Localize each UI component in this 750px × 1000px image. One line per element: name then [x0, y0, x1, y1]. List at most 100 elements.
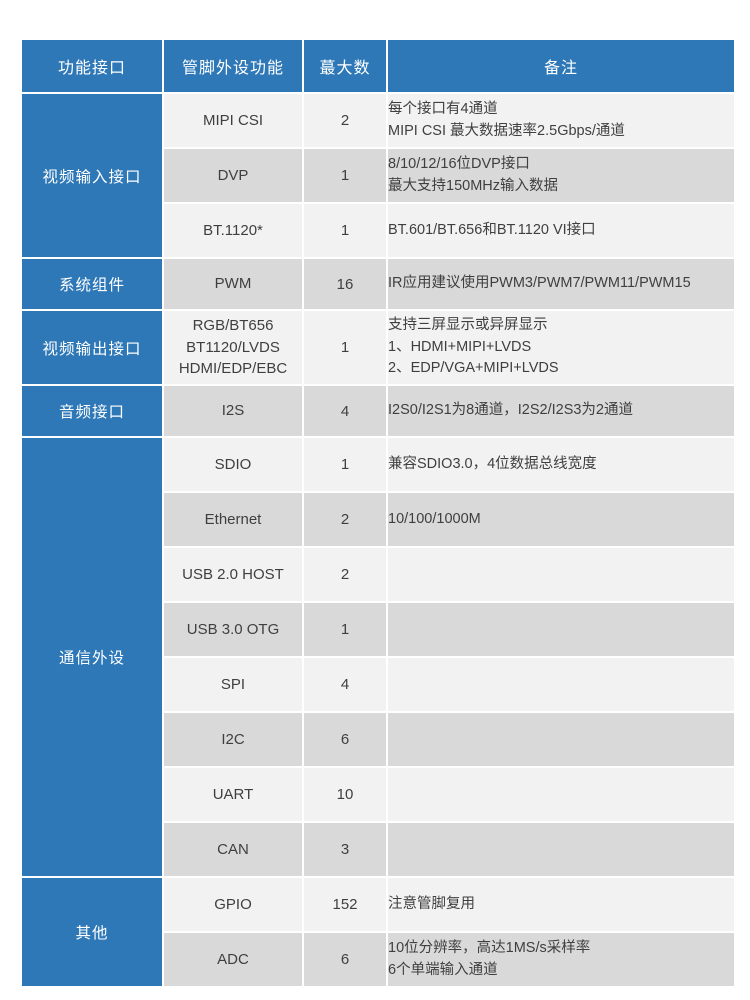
pin-function-cell: MIPI CSI	[164, 94, 302, 147]
pin-function-cell: CAN	[164, 823, 302, 876]
column-header-max-count: 蕞大数	[304, 40, 386, 92]
max-count-cell: 10	[304, 768, 386, 821]
max-count-cell: 1	[304, 204, 386, 257]
remark-cell	[388, 603, 734, 656]
remark-cell: I2S0/I2S1为8通道，I2S2/I2S3为2通道	[388, 386, 734, 436]
cell-line: IR应用建议使用PWM3/PWM7/PWM11/PWM15	[388, 275, 691, 292]
cell-line: 6个单端输入通道	[388, 961, 498, 978]
remark-cell: 10位分辨率，高达1MS/s采样率 6个单端输入通道	[388, 933, 734, 986]
cell-line: 每个接口有4通道	[388, 100, 498, 117]
pin-function-cell: I2S	[164, 386, 302, 436]
cell-line: MIPI CSI	[202, 111, 263, 129]
pin-function-cell: Ethernet	[164, 493, 302, 546]
remark-cell: 支持三屏显示或异屏显示 1、HDMI+MIPI+LVDS 2、EDP/VGA+MIP…	[388, 311, 734, 384]
remark-cell: 8/10/12/16位DVP接口蕞大支持150MHz输入数据	[388, 149, 734, 202]
cell-line: GPIO	[214, 895, 252, 913]
cell-line: DVP	[217, 166, 249, 184]
pin-function-cell: UART	[164, 768, 302, 821]
cell-line: 支持三屏显示或异屏显示	[388, 316, 548, 333]
remark-cell	[388, 548, 734, 601]
cell-line: BT.601/BT.656和BT.1120 VI接口	[388, 221, 596, 238]
pin-function-cell: DVP	[164, 149, 302, 202]
cell-line: 10位分辨率，高达1MS/s采样率	[388, 939, 591, 956]
cell-line: BT1120/LVDS	[186, 338, 280, 356]
cell-line: I2C	[221, 730, 245, 748]
remark-cell: 兼容SDIO3.0，4位数据总线宽度	[388, 438, 734, 491]
cell-line: 蕞大支持150MHz输入数据	[388, 177, 558, 194]
group-cell-1: 视频输入接口	[22, 94, 162, 257]
cell-line: 1、HDMI+MIPI+LVDS	[388, 338, 532, 355]
table-row: 其他 GPIO 152 注意管脚复用	[22, 878, 734, 986]
table-body: 视频输入接口 MIPI CSI 2 每个接口有4通道 MIPI CSI 蕞大数据速率2.…	[22, 94, 734, 986]
cell-line: CAN	[217, 840, 249, 858]
cell-line: USB 2.0 HOST	[182, 565, 284, 583]
max-count-cell: 2	[304, 493, 386, 546]
column-header-remark: 备注	[388, 40, 734, 92]
pin-function-cell: BT.1120*	[164, 204, 302, 257]
cell-line: USB 3.0 OTG	[186, 620, 280, 638]
table-header: 功能接口 管脚外设功能 蕞大数 备注	[22, 40, 734, 92]
group-cell-6: 其他	[22, 878, 162, 986]
cell-line: SPI	[220, 675, 246, 693]
pin-function-cell: RGB/BT656 BT1120/LVDS HDMI/EDP/EBC	[164, 311, 302, 384]
cell-line: 兼容SDIO3.0，4位数据总线宽度	[388, 455, 597, 472]
cell-line: RGB/BT656	[192, 316, 274, 334]
pin-function-cell: ADC	[164, 933, 302, 986]
cell-line: SDIO	[214, 455, 252, 473]
max-count-cell: 1	[304, 311, 386, 384]
pin-function-cell: GPIO	[164, 878, 302, 931]
cell-line: MIPI CSI 蕞大数据速率2.5Gbps/通道	[388, 122, 625, 139]
remark-cell	[388, 823, 734, 876]
max-count-cell: 4	[304, 658, 386, 711]
pin-function-cell: I2C	[164, 713, 302, 766]
max-count-cell: 1	[304, 149, 386, 202]
peripheral-spec-table: 功能接口 管脚外设功能 蕞大数 备注 视频输入接口 MIPI CSI 2 每个接口有4…	[20, 38, 736, 988]
pin-function-cell: USB 3.0 OTG	[164, 603, 302, 656]
max-count-cell: 1	[304, 603, 386, 656]
table-row: 通信外设 SDIO 1 兼容SDIO3.0，4位数据总线宽度	[22, 438, 734, 876]
remark-cell: 每个接口有4通道 MIPI CSI 蕞大数据速率2.5Gbps/通道	[388, 94, 734, 147]
max-count-cell: 6	[304, 713, 386, 766]
cell-line: 8/10/12/16位DVP接口	[388, 155, 530, 172]
max-count-cell: 3	[304, 823, 386, 876]
table-header-row: 功能接口 管脚外设功能 蕞大数 备注	[22, 40, 734, 92]
max-count-cell: 152	[304, 878, 386, 931]
pin-function-cell: PWM	[164, 259, 302, 309]
table-row: 视频输入接口 MIPI CSI 2 每个接口有4通道 MIPI CSI 蕞大数据速率2.…	[22, 94, 734, 257]
cell-line: BT.1120*	[203, 221, 263, 239]
max-count-cell: 6	[304, 933, 386, 986]
group-cell-5: 通信外设	[22, 438, 162, 876]
cell-line: 2、EDP/VGA+MIPI+LVDS	[388, 360, 559, 377]
cell-line: UART	[212, 785, 254, 803]
cell-line: 注意管脚复用	[388, 895, 475, 912]
remark-cell: 注意管脚复用	[388, 878, 734, 931]
group-cell-2: 系统组件	[22, 259, 162, 309]
table-row: 视频输出接口 RGB/BT656 BT1120/LVDS HDMI/EDP/EBC 1 支…	[22, 311, 734, 384]
cell-line: HDMI/EDP/EBC	[178, 360, 288, 378]
max-count-cell: 2	[304, 94, 386, 147]
group-cell-4: 音频接口	[22, 386, 162, 436]
cell-line: 10/100/1000M	[388, 510, 481, 527]
pin-function-cell: SPI	[164, 658, 302, 711]
remark-cell	[388, 658, 734, 711]
column-header-pin-function: 管脚外设功能	[164, 40, 302, 92]
remark-cell: 10/100/1000M	[388, 493, 734, 546]
max-count-cell: 16	[304, 259, 386, 309]
cell-line: ADC	[217, 950, 249, 968]
cell-line: Ethernet	[204, 510, 262, 528]
remark-cell: BT.601/BT.656和BT.1120 VI接口	[388, 204, 734, 257]
cell-line: PWM	[214, 275, 252, 293]
max-count-cell: 4	[304, 386, 386, 436]
remark-cell: IR应用建议使用PWM3/PWM7/PWM11/PWM15	[388, 259, 734, 309]
cell-line: I2S	[221, 402, 245, 420]
column-header-interface: 功能接口	[22, 40, 162, 92]
pin-function-cell: USB 2.0 HOST	[164, 548, 302, 601]
max-count-cell: 1	[304, 438, 386, 491]
group-cell-3: 视频输出接口	[22, 311, 162, 384]
remark-cell	[388, 768, 734, 821]
pin-function-cell: SDIO	[164, 438, 302, 491]
table-row: 系统组件 PWM 16 IR应用建议使用PWM3/PWM7/PWM11/PWM15	[22, 259, 734, 309]
remark-cell	[388, 713, 734, 766]
max-count-cell: 2	[304, 548, 386, 601]
table-row: 音频接口 I2S 4 I2S0/I2S1为8通道，I2S2/I2S3为2通道	[22, 386, 734, 436]
